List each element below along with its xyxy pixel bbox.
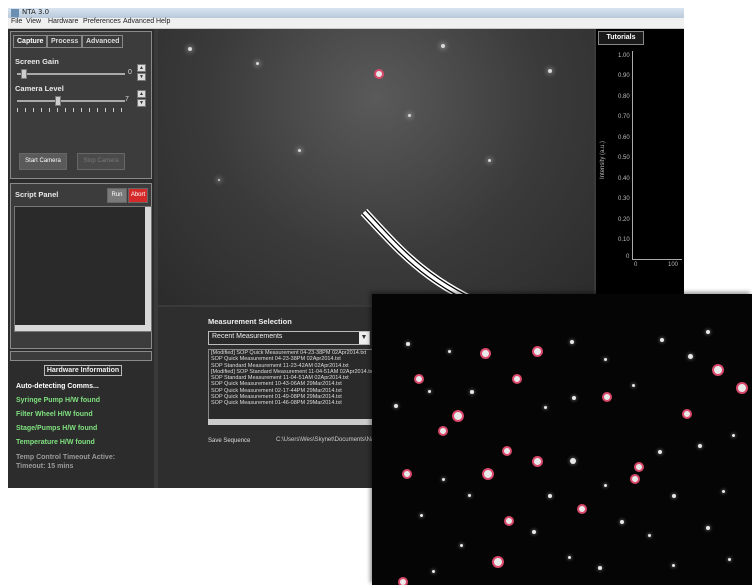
particle — [732, 434, 735, 437]
tracked-particle — [414, 374, 424, 384]
particle — [660, 338, 664, 342]
particle — [442, 478, 445, 481]
particle — [568, 556, 571, 559]
tracked-particle — [504, 516, 514, 526]
particle — [460, 544, 463, 547]
zoomed-particle-view — [372, 294, 752, 585]
tracked-particle — [532, 456, 543, 467]
tracked-particle — [452, 410, 464, 422]
particle — [548, 494, 552, 498]
tracked-particle — [577, 504, 587, 514]
particle — [570, 340, 574, 344]
particle — [598, 566, 602, 570]
particle — [722, 490, 725, 493]
tracked-particle — [398, 577, 408, 585]
tracked-particle — [482, 468, 494, 480]
particle — [468, 494, 471, 497]
particle — [672, 564, 675, 567]
particle — [448, 350, 451, 353]
tracked-particle — [492, 556, 504, 568]
particle — [544, 406, 547, 409]
tracked-particle — [634, 462, 644, 472]
tracked-particle — [682, 409, 692, 419]
particle — [420, 514, 423, 517]
tracked-particle — [630, 474, 640, 484]
particle — [620, 520, 624, 524]
particle — [572, 396, 576, 400]
particle — [632, 384, 635, 387]
tracked-particle — [438, 426, 448, 436]
tracked-particle — [402, 469, 412, 479]
tracked-particle — [502, 446, 512, 456]
particle — [658, 450, 662, 454]
tracked-particle — [712, 364, 724, 376]
particle — [406, 342, 410, 346]
particle — [706, 330, 710, 334]
tracked-particle — [512, 374, 522, 384]
particle — [672, 494, 676, 498]
particle — [570, 458, 576, 464]
particle — [394, 404, 398, 408]
particle — [698, 444, 702, 448]
particle — [706, 526, 710, 530]
particle — [604, 358, 607, 361]
tracked-particle — [532, 346, 543, 357]
particle — [728, 558, 731, 561]
particle — [604, 484, 607, 487]
tracked-particle — [480, 348, 491, 359]
tracked-particle — [602, 392, 612, 402]
particle — [532, 530, 536, 534]
particle — [648, 534, 651, 537]
particle — [688, 354, 693, 359]
particle — [428, 390, 431, 393]
particle — [470, 390, 474, 394]
particle — [432, 570, 435, 573]
tracked-particle — [736, 382, 748, 394]
